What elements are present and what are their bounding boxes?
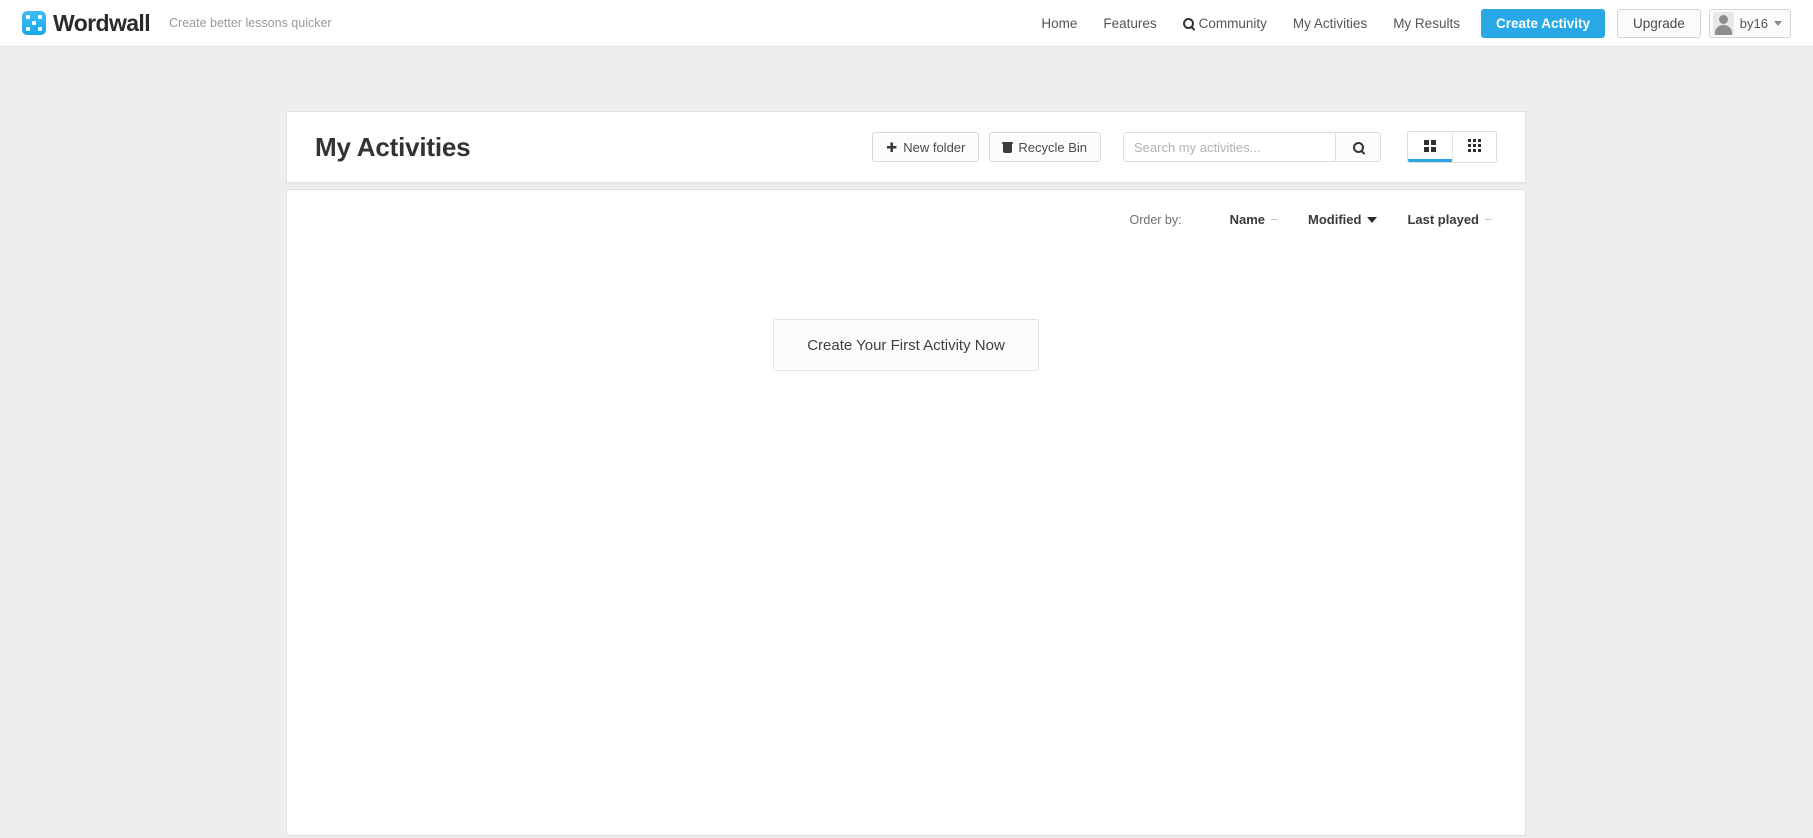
- brand-logo-link[interactable]: Wordwall: [22, 9, 151, 36]
- nav-link-community-label: Community: [1198, 15, 1267, 31]
- top-navbar: Wordwall Create better lessons quicker H…: [0, 0, 1813, 47]
- order-by-name[interactable]: Name: [1229, 212, 1279, 227]
- activities-panel: Order by: Name Modified Last played Crea…: [286, 189, 1526, 836]
- create-activity-button[interactable]: Create Activity: [1480, 8, 1605, 38]
- page-toolbar: ✚ New folder Recycle Bin: [862, 131, 1497, 163]
- page-title: My Activities: [315, 131, 471, 162]
- view-large-grid-button[interactable]: [1408, 132, 1452, 162]
- search-button[interactable]: [1335, 132, 1381, 162]
- brand-name: Wordwall: [53, 9, 151, 36]
- brand-tagline: Create better lessons quicker: [169, 16, 332, 30]
- new-folder-button[interactable]: ✚ New folder: [872, 132, 980, 162]
- search-icon: [1182, 17, 1194, 29]
- order-by-name-label: Name: [1229, 212, 1266, 227]
- page-header-panel: My Activities ✚ New folder Recycle Bin: [286, 111, 1526, 183]
- plus-icon: ✚: [886, 139, 898, 155]
- search-group: [1123, 132, 1381, 162]
- dash-icon: [1271, 219, 1279, 220]
- search-icon: [1352, 141, 1364, 153]
- navbar-right-group: Home Features Community My Activities My…: [1028, 0, 1791, 46]
- chevron-down-icon: [1774, 20, 1782, 26]
- order-by-modified-label: Modified: [1308, 212, 1362, 227]
- nav-link-my-results[interactable]: My Results: [1380, 16, 1473, 31]
- nav-link-features[interactable]: Features: [1090, 16, 1169, 31]
- nav-link-home[interactable]: Home: [1028, 16, 1090, 31]
- new-folder-label: New folder: [903, 139, 966, 155]
- grid-3x3-icon: [1468, 139, 1481, 152]
- nav-link-features-label: Features: [1103, 15, 1157, 31]
- nav-link-community[interactable]: Community: [1170, 16, 1280, 31]
- view-mode-toggle: [1407, 131, 1497, 163]
- recycle-bin-button[interactable]: Recycle Bin: [989, 132, 1101, 162]
- nav-link-my-activities[interactable]: My Activities: [1280, 16, 1380, 31]
- page-background: My Activities ✚ New folder Recycle Bin S…: [0, 47, 1813, 838]
- order-by-last-played[interactable]: Last played: [1407, 212, 1492, 227]
- order-by-modified[interactable]: Modified: [1308, 212, 1378, 227]
- nav-link-my-results-label: My Results: [1393, 15, 1460, 31]
- trash-icon: [1002, 141, 1014, 153]
- nav-link-my-activities-label: My Activities: [1292, 15, 1368, 31]
- upgrade-button[interactable]: Upgrade: [1617, 8, 1701, 38]
- user-name-label: by16: [1739, 15, 1768, 31]
- caret-down-icon: [1367, 216, 1378, 223]
- grid-2x2-icon: [1424, 139, 1436, 152]
- dash-icon: [1485, 219, 1492, 220]
- avatar: [1712, 11, 1734, 35]
- wordwall-logo-icon: [22, 11, 46, 35]
- order-by-label: Order by:: [1129, 212, 1182, 227]
- nav-link-home-label: Home: [1041, 15, 1078, 31]
- search-input[interactable]: [1123, 132, 1335, 162]
- view-small-grid-button[interactable]: [1452, 132, 1496, 162]
- create-first-activity-button[interactable]: Create Your First Activity Now: [773, 319, 1039, 371]
- recycle-bin-label: Recycle Bin: [1018, 139, 1087, 155]
- order-by-bar: Order by: Name Modified Last played: [287, 190, 1525, 227]
- user-menu[interactable]: by16: [1708, 8, 1791, 38]
- empty-state: Create Your First Activity Now: [287, 227, 1525, 371]
- order-by-last-played-label: Last played: [1407, 212, 1479, 227]
